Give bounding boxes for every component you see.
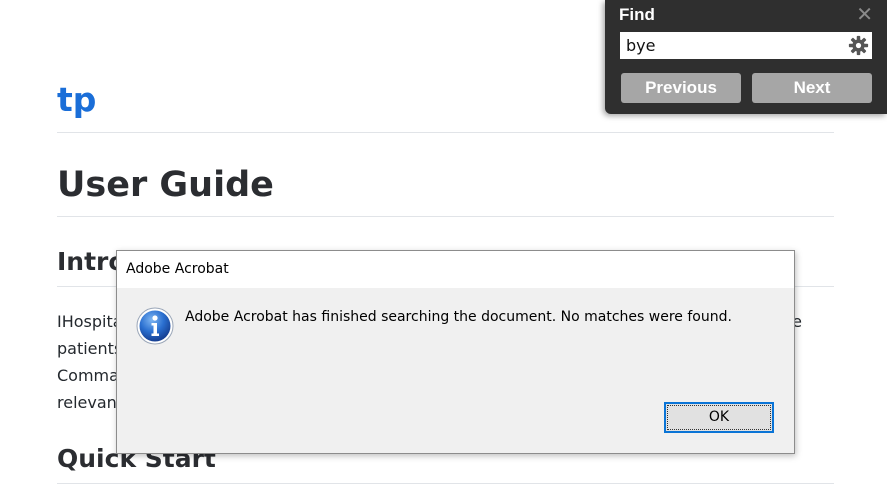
ok-button[interactable]: OK <box>664 402 774 433</box>
divider <box>57 483 834 484</box>
info-icon <box>136 307 174 345</box>
find-search-box <box>620 32 872 59</box>
dialog-titlebar[interactable]: Adobe Acrobat <box>117 251 794 288</box>
next-button[interactable]: Next <box>752 73 872 103</box>
dialog-message: Adobe Acrobat has finished searching the… <box>185 309 732 325</box>
page-title: User Guide <box>57 165 274 205</box>
alert-dialog: Adobe Acrobat Adobe Acrobat has finished… <box>116 250 795 454</box>
gear-icon[interactable] <box>848 35 869 56</box>
site-title[interactable]: tp <box>57 80 96 120</box>
close-icon[interactable]: ✕ <box>856 2 873 26</box>
previous-button[interactable]: Previous <box>621 73 741 103</box>
find-title: Find <box>619 5 655 24</box>
find-search-input[interactable] <box>620 32 842 59</box>
dialog-title: Adobe Acrobat <box>126 261 229 277</box>
find-panel: Find ✕ Previous Next <box>605 0 887 114</box>
divider <box>57 132 834 133</box>
divider <box>57 216 834 217</box>
